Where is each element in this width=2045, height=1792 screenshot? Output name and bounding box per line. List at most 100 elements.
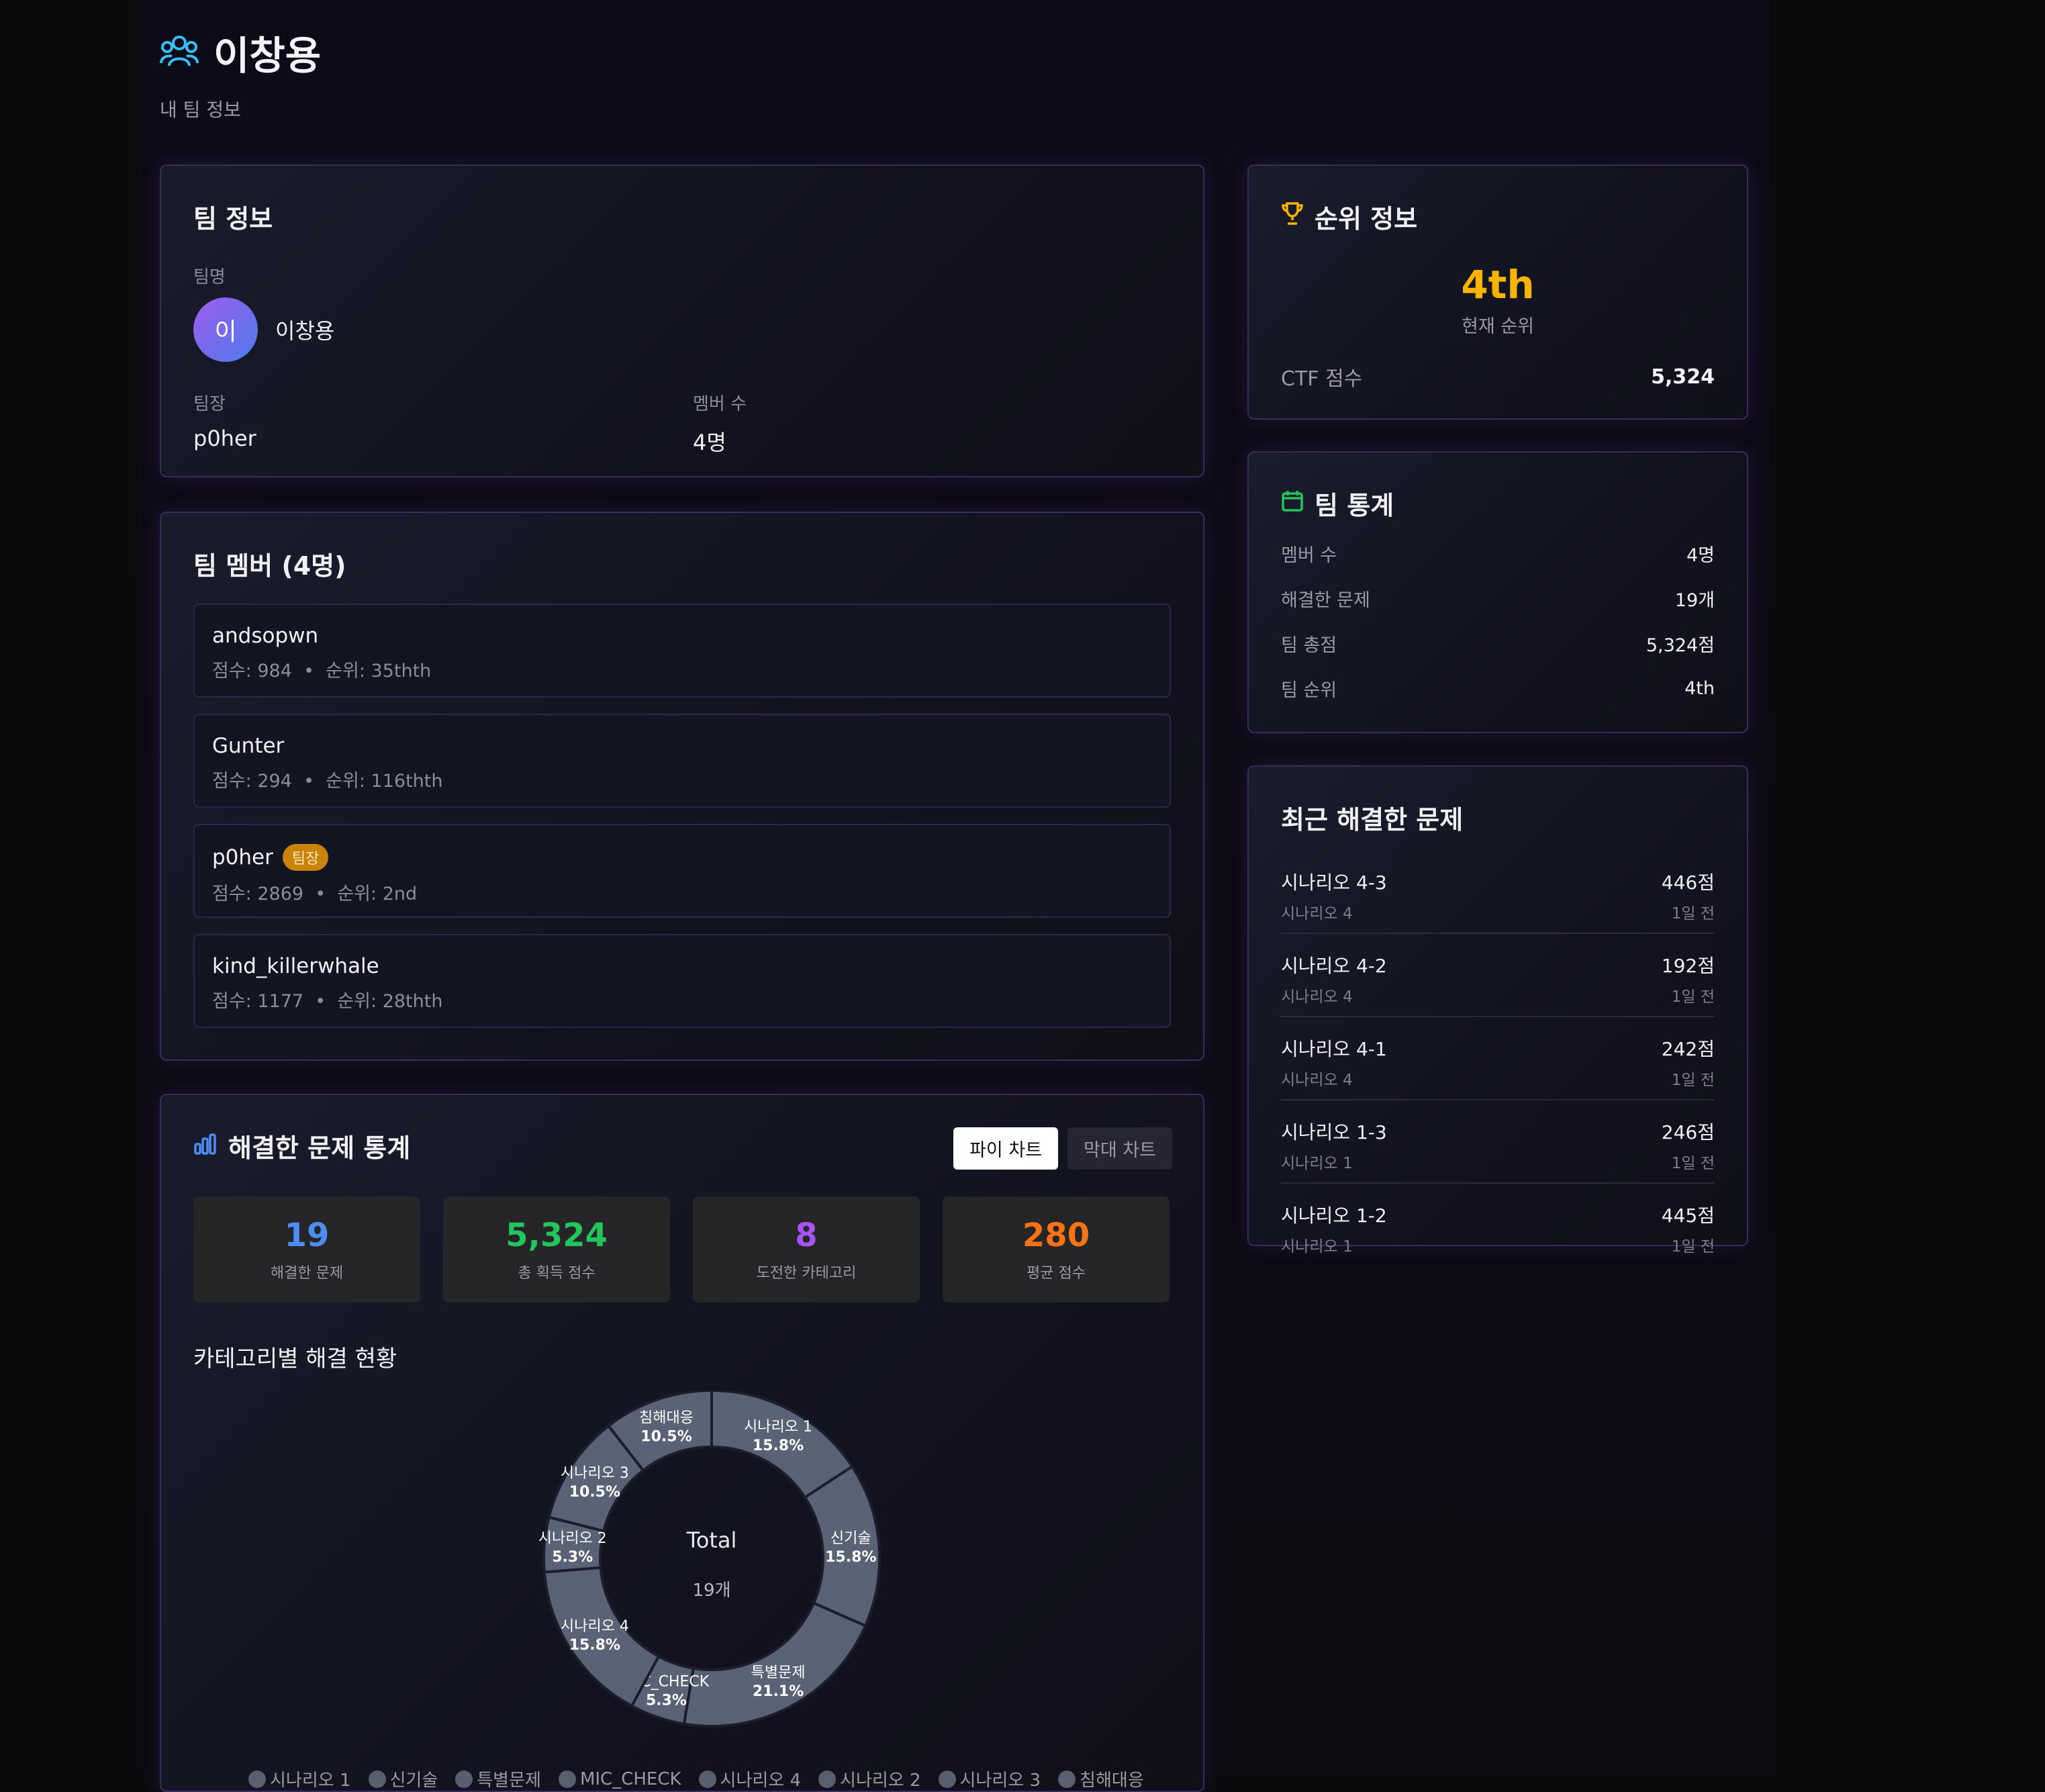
recent-solve-points: 445점 [1661,1205,1715,1227]
bar-chart-toggle[interactable]: 막대 차트 [1067,1127,1172,1170]
legend-label: MIC_CHECK [579,1769,681,1789]
chart-legend: 시나리오 1 신기술 특별문제 MIC_CHECK 시나리오 4 시나리오 2 시나리오 3… [248,1766,1144,1791]
recent-solve-title: 시나리오 1-2 [1281,1205,1387,1227]
legend-swatch [938,1770,956,1788]
team-stat-key: 팀 순위 [1281,680,1337,701]
team-avatar: 이 [193,297,258,362]
member-name: p0her [212,845,273,869]
pie-slice-label: 특별문제 [751,1664,806,1681]
pie-chart-toggle[interactable]: 파이 차트 [953,1127,1059,1170]
pie-slice-label: 시나리오 4 [561,1618,629,1635]
team-stats-card: 팀 통계 멤버 수 4명 해결한 문제 19개 팀 총점 5,324점 팀 순위 4th [1247,451,1748,733]
legend-item[interactable]: 침해대응 [1058,1766,1144,1791]
recent-solve-time: 1일 전 [1671,1238,1715,1256]
team-stat-value: 4명 [1686,545,1715,566]
recent-solve-title: 시나리오 1-3 [1281,1121,1387,1143]
page-header: 이창용 내 팀 정보 [160,24,321,122]
legend-label: 시나리오 4 [720,1771,802,1791]
current-rank-label: 현재 순위 [1462,316,1534,337]
team-stat-row: 해결한 문제 19개 [1281,585,1715,612]
recent-solve-title: 시나리오 4-2 [1281,955,1387,977]
members-title: 팀 멤버 (4명) [193,551,346,581]
leader-label: 팀장 [193,394,226,414]
team-stat-value: 5,324점 [1646,635,1715,656]
pie-slice-label: 시나리오 3 [561,1465,629,1482]
member-rank: 순위: 35thth [326,661,432,681]
recent-solve-time: 1일 전 [1671,1155,1715,1172]
pie-slice-percent: 5.3% [552,1549,593,1566]
stat-box-categories: 8 도전한 카테고리 [693,1196,920,1303]
recent-solve-category: 시나리오 4 [1281,988,1353,1006]
recent-solve-item[interactable]: 시나리오 1-3 246점 시나리오 1 1일 전 [1281,1100,1715,1184]
recent-solve-item[interactable]: 시나리오 4-2 192점 시나리오 4 1일 전 [1281,934,1715,1017]
recent-solve-time: 1일 전 [1671,905,1715,923]
legend-swatch [248,1770,266,1788]
recent-solve-points: 242점 [1661,1038,1715,1060]
legend-item[interactable]: 시나리오 2 [818,1766,921,1791]
member-score: 점수: 294 [212,771,292,792]
page-title: 이창용 [213,33,322,79]
legend-item[interactable]: MIC_CHECK [558,1766,681,1791]
recent-solve-time: 1일 전 [1671,1072,1715,1089]
member-item[interactable]: andsopwn 점수: 984 • 순위: 35thth [193,604,1171,698]
ctf-score-value: 5,324 [1651,365,1715,389]
legend-label: 시나리오 2 [840,1771,921,1791]
recent-solve-category: 시나리오 4 [1281,1072,1353,1089]
legend-item[interactable]: 시나리오 3 [938,1766,1041,1791]
team-name-value: 이창용 [275,318,335,344]
member-item[interactable]: Gunter 점수: 294 • 순위: 116thth [193,714,1171,808]
legend-swatch [698,1770,716,1788]
recent-solve-item[interactable]: 시나리오 1-2 445점 시나리오 1 1일 전 [1281,1184,1715,1266]
stat-label: 총 획득 점수 [518,1265,596,1282]
stat-value: 8 [795,1217,818,1254]
member-rank: 순위: 2nd [337,884,418,904]
team-stat-row: 팀 순위 4th [1281,675,1715,702]
member-item[interactable]: kind_killerwhale 점수: 1177 • 순위: 28thth [193,934,1171,1028]
team-name-label: 팀명 [193,267,226,287]
stat-value: 5,324 [506,1217,608,1254]
recent-solve-points: 446점 [1661,871,1715,894]
solved-stats-card: 해결한 문제 통계 파이 차트 막대 차트 19 해결한 문제 5,324 총 … [160,1094,1204,1792]
stat-value: 19 [284,1217,330,1254]
bar-chart-icon [193,1131,218,1161]
stat-value: 280 [1022,1217,1090,1254]
ctf-score-label: CTF 점수 [1281,367,1363,391]
recent-solve-item[interactable]: 시나리오 4-1 242점 시나리오 4 1일 전 [1281,1017,1715,1100]
pie-slice-label: 신기술 [830,1530,871,1547]
legend-item[interactable]: 시나리오 4 [698,1766,802,1791]
legend-label: 특별문제 [477,1771,541,1791]
stat-label: 도전한 카테고리 [756,1265,857,1282]
chart-toggle-group: 파이 차트 막대 차트 [953,1127,1172,1170]
pie-slice-percent: 10.5% [569,1484,620,1501]
recent-solve-item[interactable]: 시나리오 4-3 446점 시나리오 4 1일 전 [1281,851,1715,934]
member-score: 점수: 2869 [212,884,304,904]
pie-slice-percent: 5.3% [646,1693,687,1709]
member-item[interactable]: p0her 팀장 점수: 2869 • 순위: 2nd [193,824,1171,918]
recent-solve-time: 1일 전 [1671,988,1715,1006]
solved-stats-title: 해결한 문제 통계 [228,1133,411,1163]
team-members-card: 팀 멤버 (4명) andsopwn 점수: 984 • 순위: 35thth … [160,512,1204,1061]
team-stat-row: 멤버 수 4명 [1281,540,1715,567]
legend-item[interactable]: 시나리오 1 [248,1766,351,1791]
pie-slice-label: 시나리오 1 [744,1419,812,1435]
member-count-value: 4명 [693,430,726,455]
legend-label: 시나리오 1 [270,1771,351,1791]
recent-solve-title: 시나리오 4-1 [1281,1038,1387,1060]
recent-solve-points: 246점 [1661,1121,1715,1143]
pie-slice-percent: 15.8% [753,1437,804,1454]
legend-swatch [818,1770,837,1788]
team-stat-value: 19개 [1674,590,1715,611]
team-stat-key: 멤버 수 [1281,545,1337,566]
legend-item[interactable]: 특별문제 [455,1766,541,1791]
pie-slice-label: 시나리오 2 [538,1530,607,1547]
rank-info-card: 순위 정보 4th 현재 순위 CTF 점수 5,324 [1247,164,1748,420]
recent-solve-points: 192점 [1661,955,1715,977]
stat-label: 해결한 문제 [270,1265,344,1282]
pie-center-value: 19개 [692,1581,730,1601]
stat-box-solved: 19 해결한 문제 [193,1196,420,1303]
legend-item[interactable]: 신기술 [368,1766,438,1791]
legend-label: 신기술 [389,1771,438,1791]
legend-label: 침해대응 [1080,1771,1144,1791]
team-stat-key: 팀 총점 [1281,635,1337,656]
team-info-title: 팀 정보 [193,204,273,234]
